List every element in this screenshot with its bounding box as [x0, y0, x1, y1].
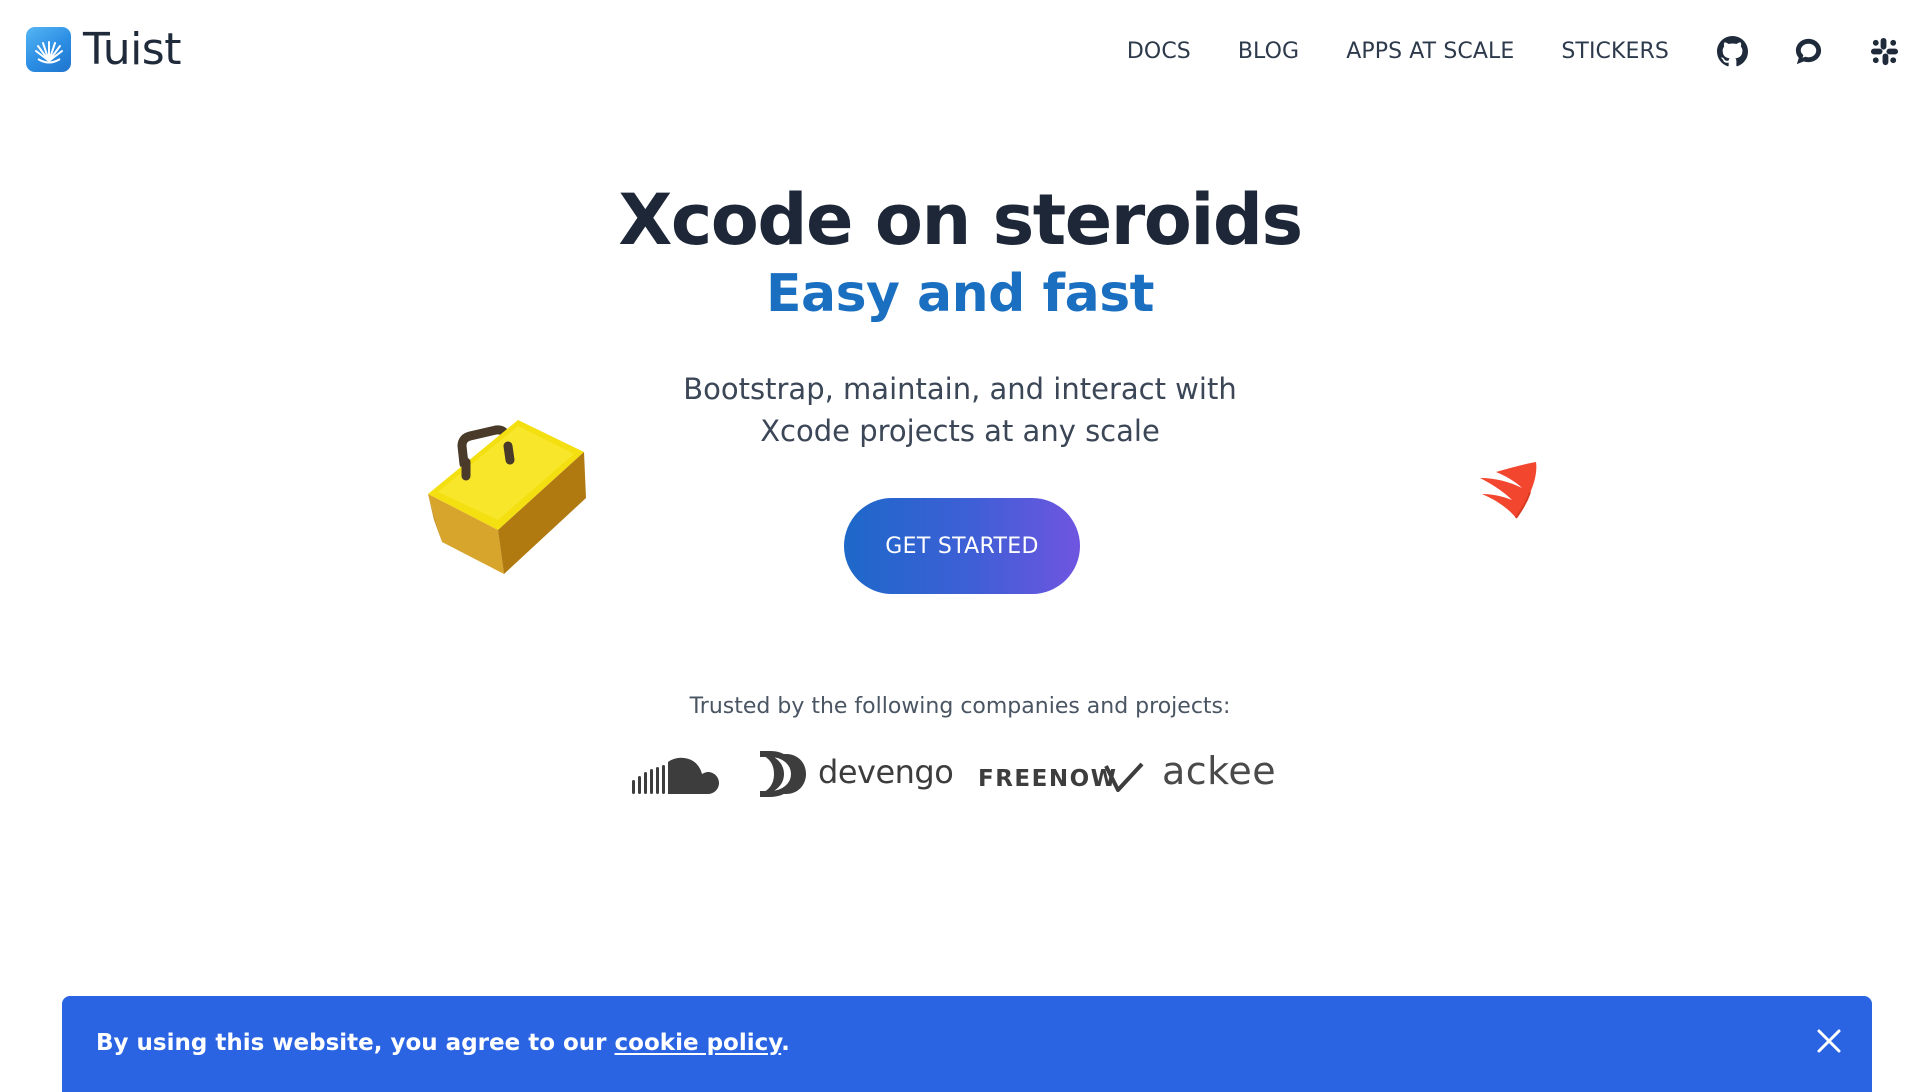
github-icon[interactable] [1716, 35, 1748, 67]
slack-icon[interactable] [1868, 35, 1900, 67]
cookie-message: By using this website, you agree to our … [96, 1030, 790, 1056]
soundcloud-logo [632, 756, 720, 802]
company-logos: devengo FREENOW ackee [632, 748, 1288, 804]
cookie-text-after: . [781, 1030, 790, 1056]
main-nav: DOCS BLOG APPS AT SCALE STICKERS [1127, 30, 1900, 72]
ackee-logo: ackee [1162, 752, 1276, 790]
tuist-logo-icon [26, 27, 71, 72]
swift-bird-icon [1476, 458, 1538, 520]
nav-link-apps-at-scale[interactable]: APPS AT SCALE [1346, 39, 1514, 64]
close-icon[interactable] [1814, 1026, 1844, 1056]
hero-title: Xcode on steroids [618, 179, 1303, 261]
cookie-policy-link[interactable]: cookie policy [615, 1030, 782, 1056]
freenow-wordmark: FREENOW [978, 766, 1118, 792]
toolbox-illustration [408, 402, 590, 574]
brand-name: Tuist [83, 23, 181, 75]
cookie-text-before: By using this website, you agree to our [96, 1030, 615, 1056]
cookie-banner: By using this website, you agree to our … [62, 996, 1872, 1092]
hero-subtitle: Easy and fast [765, 264, 1155, 324]
trusted-label: Trusted by the following companies and p… [689, 694, 1231, 719]
site-header: Tuist DOCS BLOG APPS AT SCALE STICKERS [0, 0, 1920, 102]
hero-description: Bootstrap, maintain, and interact with X… [683, 372, 1237, 448]
nav-link-blog[interactable]: BLOG [1238, 39, 1299, 64]
nav-link-stickers[interactable]: STICKERS [1561, 39, 1669, 64]
brand-home-link[interactable]: Tuist [26, 27, 181, 72]
nav-link-docs[interactable]: DOCS [1127, 39, 1191, 64]
chat-icon[interactable] [1792, 35, 1824, 67]
get-started-button[interactable]: GET STARTED [844, 498, 1080, 594]
devengo-wordmark: devengo [818, 753, 954, 791]
ackee-wordmark: ackee [1162, 749, 1277, 793]
